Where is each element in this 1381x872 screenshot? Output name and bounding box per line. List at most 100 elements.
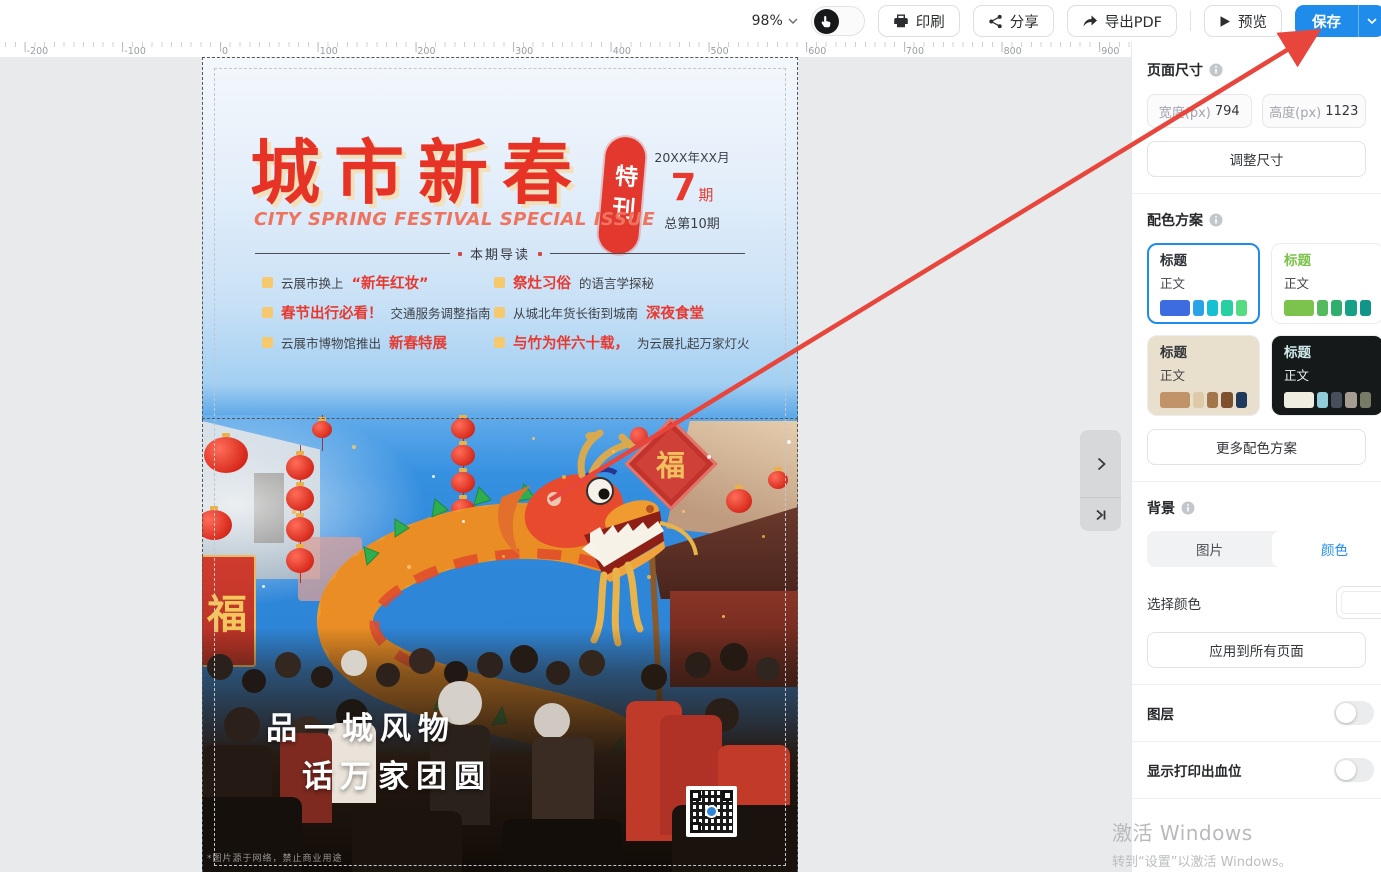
ruler-label: 600	[808, 46, 826, 57]
issue-date: 20XX年XX月	[644, 147, 740, 166]
fu-diamond-text: 福	[656, 443, 685, 485]
ruler-label: 0	[222, 46, 228, 57]
confetti-dot	[762, 535, 765, 538]
swatch	[1160, 300, 1190, 316]
confetti-dot	[292, 510, 296, 514]
toc-item[interactable]: 祭灶习俗的语言学探秘	[494, 273, 798, 292]
swatch	[1360, 300, 1371, 316]
zoom-level: 98%	[752, 13, 783, 29]
card-body: 正文	[1160, 273, 1247, 292]
preview-label: 预览	[1238, 11, 1267, 32]
info-icon	[1209, 213, 1223, 227]
tab-color[interactable]: 颜色	[1272, 531, 1381, 567]
ruler-label: -200	[27, 46, 49, 57]
poster-page[interactable]: 城市新春 特刊 20XX年XX月 7 期 总第10期 CITY SPRING F…	[202, 57, 798, 872]
layers-toggle[interactable]	[1334, 701, 1374, 725]
crowd-figure	[502, 819, 622, 872]
bullet-icon	[494, 277, 505, 288]
toc-item[interactable]: 春节出行必看！交通服务调整指南	[262, 303, 494, 322]
save-dropdown-button[interactable]	[1358, 5, 1381, 37]
crowd-head	[341, 650, 367, 676]
toc-col-right: 祭灶习俗的语言学探秘从城北年货长街到城南深夜食堂与竹为伴六十载，为云展扎起万家灯…	[494, 273, 798, 363]
swatch	[1317, 392, 1328, 408]
info-icon	[1181, 501, 1195, 515]
width-input[interactable]: 宽度(px) 794	[1147, 94, 1252, 128]
poster-title[interactable]: 城市新春	[250, 117, 586, 218]
confetti-dot	[262, 585, 265, 588]
toc-text: 祭灶习俗	[513, 272, 571, 293]
card-title: 标题	[1284, 254, 1371, 270]
toc-text: 从城北年货长街到城南	[513, 303, 638, 322]
confetti-dot	[612, 450, 615, 453]
crowd-head	[477, 652, 503, 678]
crowd-head	[720, 643, 748, 671]
card-body: 正文	[1284, 273, 1371, 292]
toolbar-divider	[1190, 11, 1191, 31]
color-scheme-card[interactable]: 标题正文	[1147, 243, 1260, 324]
card-title: 标题	[1160, 254, 1247, 270]
card-body: 正文	[1284, 365, 1371, 384]
ruler-label: -100	[124, 46, 146, 57]
swatch	[1236, 392, 1247, 408]
collapse-panel-button[interactable]	[1080, 430, 1121, 498]
bleed-label: 显示打印出血位	[1147, 760, 1242, 780]
design-canvas[interactable]: 城市新春 特刊 20XX年XX月 7 期 总第10期 CITY SPRING F…	[0, 57, 1131, 872]
section-divider	[1132, 684, 1381, 685]
crowd-figure	[352, 811, 462, 872]
dragon-dance-photo[interactable]: 福	[202, 415, 798, 872]
ruler-label: 800	[1004, 46, 1022, 57]
color-scheme-card[interactable]: 标题正文	[1271, 335, 1381, 416]
print-button[interactable]: 印刷	[878, 5, 960, 37]
background-color-swatch[interactable]	[1336, 586, 1381, 619]
toc-list: 云展市换上 “新年红妆”春节出行必看！交通服务调整指南云展市博物馆推出新春特展 …	[202, 273, 798, 363]
ruler-label: 300	[515, 46, 533, 57]
save-button[interactable]: 保存	[1295, 5, 1358, 37]
toc-item[interactable]: 从城北年货长街到城南深夜食堂	[494, 303, 798, 322]
confetti-dot	[707, 455, 711, 459]
share-button[interactable]: 分享	[973, 5, 1054, 37]
confetti-dot	[722, 615, 725, 618]
preview-button[interactable]: 预览	[1204, 5, 1282, 37]
color-scheme-card[interactable]: 标题正文	[1271, 243, 1381, 324]
crowd-head	[685, 652, 711, 678]
swatch	[1193, 300, 1204, 316]
special-issue-stamp[interactable]: 特刊	[597, 135, 647, 255]
qr-logo	[705, 805, 718, 818]
toc-item[interactable]: 云展市博物馆推出新春特展	[262, 333, 494, 352]
poster-subtitle[interactable]: CITY SPRING FESTIVAL SPECIAL ISSUE	[254, 209, 655, 230]
hand-tool-toggle[interactable]	[811, 6, 865, 36]
resize-button[interactable]: 调整尺寸	[1147, 141, 1366, 177]
swatch	[1345, 300, 1356, 316]
tab-image[interactable]: 图片	[1147, 531, 1272, 567]
bullet-icon	[262, 277, 273, 288]
page-size-title: 页面尺寸	[1147, 60, 1203, 80]
swatch	[1317, 300, 1328, 316]
more-schemes-button[interactable]: 更多配色方案	[1147, 429, 1366, 465]
crowd-head	[376, 663, 400, 687]
apply-all-pages-button[interactable]: 应用到所有页面	[1147, 632, 1366, 668]
settings-panel: 页面尺寸 宽度(px) 794 高度(px) 1123 调整尺寸 配色方案 标题…	[1131, 42, 1381, 872]
qr-finder	[690, 790, 701, 801]
height-input[interactable]: 高度(px) 1123	[1262, 94, 1367, 128]
slogan-line-1[interactable]: 品一城风物	[266, 703, 456, 748]
bleed-toggle[interactable]	[1334, 758, 1374, 782]
crowd-head	[579, 650, 605, 676]
color-scheme-card[interactable]: 标题正文	[1147, 335, 1260, 416]
zoom-control[interactable]: 98%	[752, 13, 798, 29]
width-value: 794	[1215, 104, 1240, 119]
top-toolbar: 98% 印刷 分享 导出PDF 预览 保存	[0, 0, 1381, 42]
toc-item[interactable]: 云展市换上 “新年红妆”	[262, 273, 494, 292]
save-split-button[interactable]: 保存	[1295, 5, 1381, 37]
width-label: 宽度(px)	[1159, 102, 1211, 121]
scheme-cards: 标题正文标题正文标题正文标题正文	[1147, 243, 1381, 416]
collapse-to-edge-button[interactable]	[1080, 498, 1121, 531]
pick-color-label: 选择颜色	[1147, 593, 1201, 613]
toc-item[interactable]: 与竹为伴六十载，为云展扎起万家灯火	[494, 333, 798, 352]
export-pdf-button[interactable]: 导出PDF	[1067, 5, 1177, 37]
crowd-head	[534, 703, 570, 739]
slogan-line-2[interactable]: 话万家团圆	[302, 751, 492, 796]
toc-title[interactable]: 本期导读	[470, 244, 530, 263]
swatch	[1284, 392, 1314, 408]
issue-info[interactable]: 20XX年XX月 7 期 总第10期	[644, 147, 740, 232]
share-icon	[988, 14, 1003, 29]
